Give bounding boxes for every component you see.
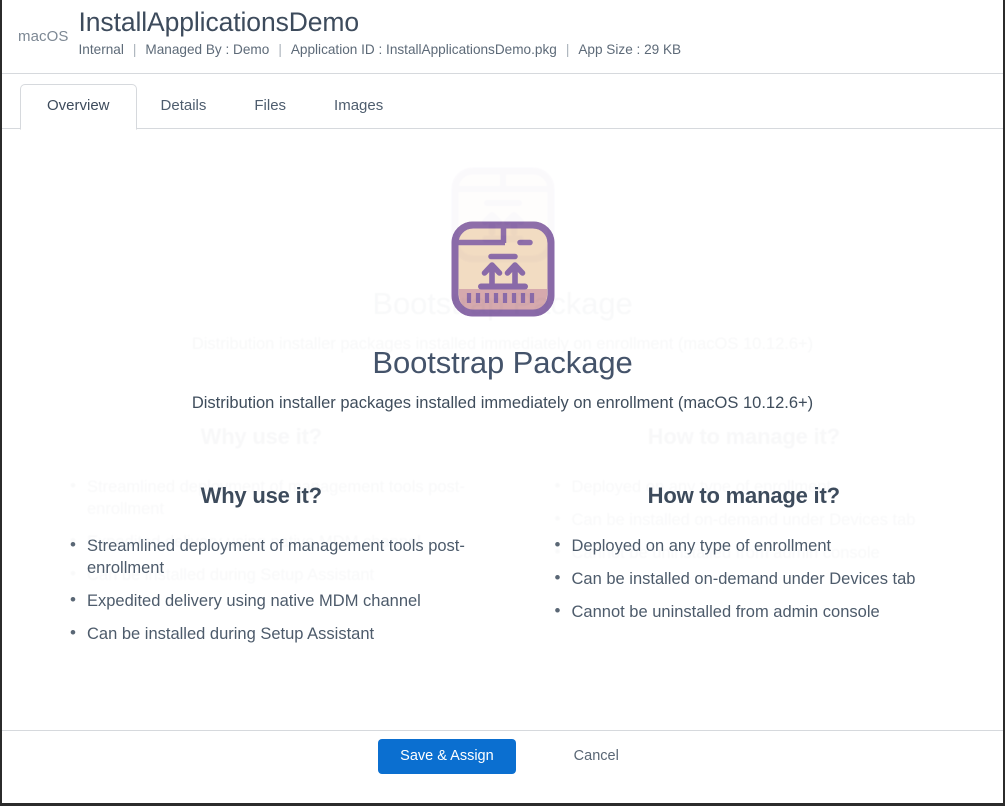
tab-images-label: Images [334,97,384,114]
list-item: Deployed on any type of enrollment [555,534,962,557]
meta-application-id: Application ID : InstallApplicationsDemo… [290,42,557,57]
action-footer: Save & Assign Cancel [2,730,1003,782]
app-meta-row: Internal | Managed By : Demo | Applicati… [79,42,682,58]
column-title-ghost: How to manage it? [527,424,962,450]
list-item: Can be installed on-demand under Devices… [555,567,962,590]
hero-section: Bootstrap Package Distribution installer… [2,217,1003,413]
list-item: Cannot be uninstalled from admin console [555,600,962,623]
column-title-ghost: Why use it? [44,424,479,450]
list-item: Expedited delivery using native MDM chan… [70,589,479,612]
tab-files-label: Files [254,97,287,114]
meta-separator: | [132,42,137,57]
meta-scope: Internal [78,42,124,57]
meta-managed-by: Managed By : Demo [145,42,270,57]
app-detail-window: macOS InstallApplicationsDemo Internal |… [0,0,1005,806]
tab-images[interactable]: Images [310,85,407,129]
why-use-it-title: Why use it? [200,483,322,508]
platform-label: macOS [18,28,69,45]
package-box-icon [447,217,559,326]
how-to-manage-it-list: Deployed on any type of enrollment Can b… [527,534,962,623]
hero-subtitle: Distribution installer packages installe… [191,394,814,412]
app-header: macOS InstallApplicationsDemo Internal |… [2,0,1003,74]
overview-panel: Bootstrap Package Distribution installer… [2,129,1003,730]
meta-app-size: App Size : 29 KB [578,42,682,57]
meta-separator: | [565,42,570,57]
cancel-button[interactable]: Cancel [566,739,627,774]
info-columns: Why use it? Streamlined deployment of ma… [2,483,1003,656]
tab-details-label: Details [160,97,207,114]
how-to-manage-it-column: How to manage it? Deployed on any type o… [503,483,986,656]
tab-overview[interactable]: Overview [20,84,137,130]
hero-title: Bootstrap Package [372,345,633,380]
page-title: InstallApplicationsDemo [78,7,360,37]
list-item: Can be installed during Setup Assistant [70,622,479,645]
list-item: Streamlined deployment of management too… [70,534,479,579]
why-use-it-list: Streamlined deployment of management too… [44,534,479,645]
tab-files[interactable]: Files [230,85,310,129]
why-use-it-column: Why use it? Streamlined deployment of ma… [20,483,503,656]
tab-overview-label: Overview [47,97,110,114]
save-and-assign-button[interactable]: Save & Assign [378,739,516,774]
tab-details[interactable]: Details [137,85,231,129]
meta-separator: | [278,42,282,57]
how-to-manage-it-title: How to manage it? [647,483,840,508]
tab-bar: Overview Details Files Images [2,74,1003,130]
